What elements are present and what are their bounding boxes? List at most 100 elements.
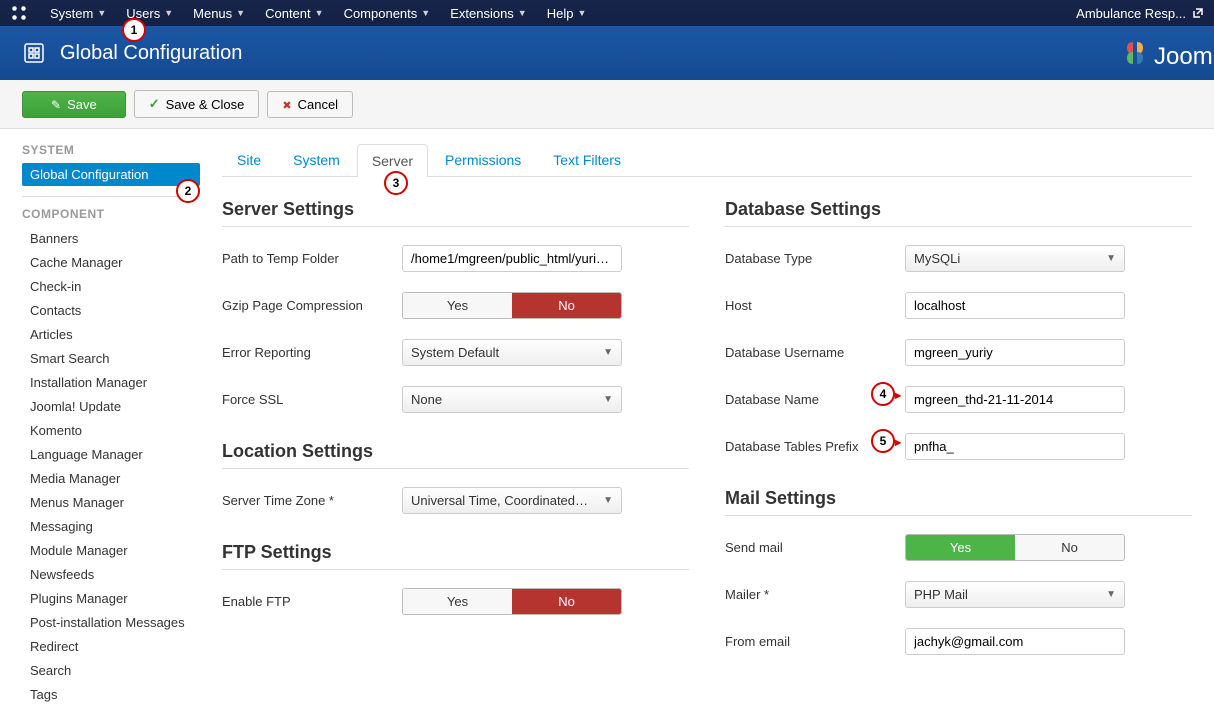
caret-down-icon: ▼ [603, 347, 613, 358]
input-from-email[interactable] [905, 628, 1125, 655]
toggle-send-mail[interactable]: Yes No [905, 534, 1125, 561]
sidebar-heading-component: COMPONENT [22, 207, 200, 221]
joomla-icon [10, 4, 28, 22]
sidebar-item-global-configuration[interactable]: Global Configuration [22, 163, 200, 186]
sidebar-item-installation-manager[interactable]: Installation Manager [22, 371, 200, 394]
sidebar-item-tags[interactable]: Tags [22, 683, 200, 706]
label-force-ssl: Force SSL [222, 392, 402, 407]
sidebar-item-joomla-update[interactable]: Joomla! Update [22, 395, 200, 418]
caret-down-icon: ▼ [518, 8, 527, 18]
input-db-name[interactable] [905, 386, 1125, 413]
cog-icon [22, 41, 46, 65]
sidebar-item-check-in[interactable]: Check-in [22, 275, 200, 298]
select-error-reporting[interactable]: System Default▼ [402, 339, 622, 366]
select-timezone[interactable]: Universal Time, Coordinated (...▼ [402, 487, 622, 514]
sidebar: SYSTEM Global Configuration 2 COMPONENT … [22, 143, 200, 707]
label-db-user: Database Username [725, 345, 905, 360]
menu-system[interactable]: System▼ [40, 2, 116, 25]
cancel-icon [282, 97, 291, 112]
input-db-prefix[interactable] [905, 433, 1125, 460]
top-menu: System▼ Users▼ Menus▼ Content▼ Component… [40, 2, 596, 25]
tab-server[interactable]: Server [357, 144, 428, 177]
svg-text:Joom: Joom [1154, 43, 1213, 70]
sidebar-item-redirect[interactable]: Redirect [22, 635, 200, 658]
tab-system[interactable]: System [278, 143, 355, 176]
label-db-host: Host [725, 298, 905, 313]
select-mailer[interactable]: PHP Mail▼ [905, 581, 1125, 608]
tab-site[interactable]: Site [222, 143, 276, 176]
label-error-reporting: Error Reporting [222, 345, 402, 360]
label-send-mail: Send mail [725, 540, 905, 555]
external-link-icon [1192, 7, 1204, 19]
sidebar-item-articles[interactable]: Articles [22, 323, 200, 346]
caret-down-icon: ▼ [315, 8, 324, 18]
toggle-mail-no[interactable]: No [1015, 535, 1124, 560]
label-db-type: Database Type [725, 251, 905, 266]
sidebar-heading-system: SYSTEM [22, 143, 200, 157]
sidebar-item-media-manager[interactable]: Media Manager [22, 467, 200, 490]
label-gzip: Gzip Page Compression [222, 298, 402, 313]
select-force-ssl[interactable]: None▼ [402, 386, 622, 413]
config-tabs: Site System Server Permissions Text Filt… [222, 143, 1192, 177]
menu-menus[interactable]: Menus▼ [183, 2, 255, 25]
caret-down-icon: ▼ [577, 8, 586, 18]
menu-content[interactable]: Content▼ [255, 2, 333, 25]
caret-down-icon: ▼ [236, 8, 245, 18]
caret-down-icon: ▼ [97, 8, 106, 18]
label-timezone: Server Time Zone * [222, 493, 402, 508]
tab-text-filters[interactable]: Text Filters [538, 143, 636, 176]
toggle-gzip-no[interactable]: No [512, 293, 621, 318]
sidebar-item-smart-search[interactable]: Smart Search [22, 347, 200, 370]
save-close-button[interactable]: Save & Close [134, 90, 260, 118]
sidebar-item-banners[interactable]: Banners [22, 227, 200, 250]
sidebar-item-post-installation-messages[interactable]: Post-installation Messages [22, 611, 200, 634]
sidebar-item-plugins-manager[interactable]: Plugins Manager [22, 587, 200, 610]
apply-icon [51, 97, 61, 112]
menu-components[interactable]: Components▼ [334, 2, 441, 25]
section-location-settings: Location Settings [222, 441, 689, 469]
cancel-button[interactable]: Cancel [267, 91, 353, 118]
topnav-site-link[interactable]: Ambulance Resp... [1076, 6, 1204, 21]
input-temp-path[interactable] [402, 245, 622, 272]
label-temp-path: Path to Temp Folder [222, 251, 402, 266]
input-db-user[interactable] [905, 339, 1125, 366]
label-db-name: Database Name [725, 392, 905, 407]
label-db-prefix: Database Tables Prefix [725, 439, 905, 454]
caret-down-icon: ▼ [1106, 589, 1116, 600]
sidebar-item-menus-manager[interactable]: Menus Manager [22, 491, 200, 514]
section-server-settings: Server Settings [222, 199, 689, 227]
sidebar-item-module-manager[interactable]: Module Manager [22, 539, 200, 562]
toggle-enable-ftp[interactable]: Yes No [402, 588, 622, 615]
section-database-settings: Database Settings [725, 199, 1192, 227]
toggle-ftp-yes[interactable]: Yes [403, 589, 512, 614]
save-button[interactable]: Save [22, 91, 126, 118]
label-enable-ftp: Enable FTP [222, 594, 402, 609]
sidebar-item-komento[interactable]: Komento [22, 419, 200, 442]
sidebar-item-messaging[interactable]: Messaging [22, 515, 200, 538]
sidebar-divider [22, 196, 200, 197]
sidebar-item-language-manager[interactable]: Language Manager [22, 443, 200, 466]
sidebar-item-search[interactable]: Search [22, 659, 200, 682]
toggle-gzip[interactable]: Yes No [402, 292, 622, 319]
label-from-email: From email [725, 634, 905, 649]
menu-users[interactable]: Users▼ [116, 2, 183, 25]
caret-down-icon: ▼ [603, 394, 613, 405]
sidebar-item-newsfeeds[interactable]: Newsfeeds [22, 563, 200, 586]
select-db-type[interactable]: MySQLi▼ [905, 245, 1125, 272]
sidebar-item-cache-manager[interactable]: Cache Manager [22, 251, 200, 274]
toggle-ftp-no[interactable]: No [512, 589, 621, 614]
toggle-gzip-yes[interactable]: Yes [403, 293, 512, 318]
sidebar-item-contacts[interactable]: Contacts [22, 299, 200, 322]
brand-logo: Joom [1114, 26, 1214, 80]
caret-down-icon: ▼ [603, 495, 613, 506]
top-navbar: System▼ Users▼ Menus▼ Content▼ Component… [0, 0, 1214, 26]
check-icon [149, 96, 160, 112]
input-db-host[interactable] [905, 292, 1125, 319]
menu-help[interactable]: Help▼ [537, 2, 597, 25]
title-bar: Global Configuration Joom [0, 26, 1214, 80]
menu-extensions[interactable]: Extensions▼ [440, 2, 537, 25]
label-mailer: Mailer * [725, 587, 905, 602]
toggle-mail-yes[interactable]: Yes [906, 535, 1015, 560]
section-mail-settings: Mail Settings [725, 488, 1192, 516]
tab-permissions[interactable]: Permissions [430, 143, 536, 176]
